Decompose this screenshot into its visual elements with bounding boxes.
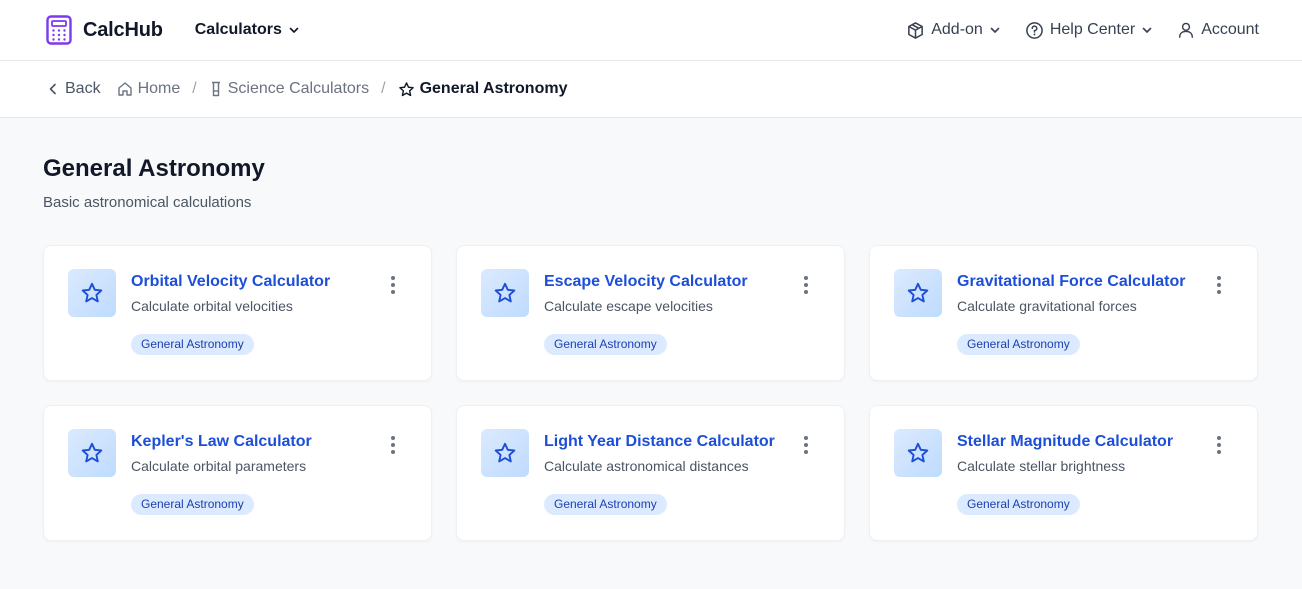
card-description: Calculate escape velocities — [544, 298, 713, 314]
star-icon — [907, 282, 929, 303]
card-icon-box — [894, 269, 942, 317]
card-icon-box — [481, 269, 529, 317]
more-options-icon[interactable] — [1215, 436, 1223, 454]
main-content: General Astronomy Basic astronomical cal… — [0, 118, 1302, 541]
page-subtitle: Basic astronomical calculations — [43, 194, 252, 211]
breadcrumb-separator: / — [192, 80, 197, 97]
calculator-grid: Orbital Velocity Calculator Calculate or… — [43, 245, 1259, 541]
home-icon — [117, 82, 132, 96]
breadcrumb-science[interactable]: Science Calculators — [209, 80, 369, 98]
star-icon — [494, 442, 516, 463]
card-title[interactable]: Light Year Distance Calculator — [544, 432, 820, 452]
calculator-logo-icon — [46, 15, 72, 45]
back-link[interactable]: Back — [46, 80, 101, 98]
category-tag: General Astronomy — [544, 334, 667, 355]
help-center-label: Help Center — [1049, 21, 1136, 38]
star-icon — [81, 442, 103, 463]
more-options-icon[interactable] — [802, 436, 810, 454]
top-navbar: CalcHub Calculators Add-on Help Center A… — [0, 0, 1302, 61]
star-icon — [81, 282, 103, 303]
calculator-card[interactable]: Light Year Distance Calculator Calculate… — [456, 405, 845, 541]
calculator-card[interactable]: Escape Velocity Calculator Calculate esc… — [456, 245, 845, 381]
brand[interactable]: CalcHub — [46, 15, 163, 45]
user-icon — [1179, 22, 1194, 38]
breadcrumb-home-label: Home — [137, 80, 181, 97]
card-description: Calculate orbital velocities — [131, 298, 293, 314]
account-label: Account — [1201, 21, 1259, 38]
calculator-card[interactable]: Kepler's Law Calculator Calculate orbita… — [43, 405, 432, 541]
card-description: Calculate gravitational forces — [957, 298, 1137, 314]
chevron-down-icon — [990, 27, 1000, 33]
page-title: General Astronomy — [43, 155, 265, 182]
package-icon — [908, 21, 924, 39]
card-description: Calculate orbital parameters — [131, 458, 307, 474]
category-tag: General Astronomy — [957, 494, 1080, 515]
chevron-down-icon — [289, 27, 299, 33]
card-title[interactable]: Kepler's Law Calculator — [131, 432, 407, 452]
card-title[interactable]: Stellar Magnitude Calculator — [957, 432, 1233, 452]
category-tag: General Astronomy — [957, 334, 1080, 355]
more-options-icon[interactable] — [389, 436, 397, 454]
chevron-down-icon — [1142, 27, 1152, 33]
breadcrumb-current: General Astronomy — [398, 80, 568, 98]
calculators-menu[interactable]: Calculators — [195, 21, 300, 39]
card-title[interactable]: Orbital Velocity Calculator — [131, 272, 407, 292]
category-tag: General Astronomy — [131, 494, 254, 515]
category-tag: General Astronomy — [544, 494, 667, 515]
breadcrumb-home[interactable]: Home — [117, 80, 181, 98]
more-options-icon[interactable] — [802, 276, 810, 294]
breadcrumb: Back Home / Science Calculators / Genera… — [0, 61, 1302, 118]
star-icon — [494, 282, 516, 303]
card-icon-box — [894, 429, 942, 477]
card-description: Calculate astronomical distances — [544, 458, 749, 474]
back-label: Back — [65, 80, 101, 97]
more-options-icon[interactable] — [389, 276, 397, 294]
card-icon-box — [481, 429, 529, 477]
breadcrumb-separator: / — [381, 80, 386, 97]
star-icon — [398, 81, 414, 96]
account-menu[interactable]: Account — [1177, 21, 1259, 39]
calculators-menu-label: Calculators — [194, 21, 282, 38]
card-title[interactable]: Escape Velocity Calculator — [544, 272, 820, 292]
help-center-menu[interactable]: Help Center — [1025, 21, 1153, 40]
card-icon-box — [68, 429, 116, 477]
header-right-nav: Add-on Help Center Account — [906, 21, 1259, 40]
calculator-card[interactable]: Orbital Velocity Calculator Calculate or… — [43, 245, 432, 381]
card-description: Calculate stellar brightness — [957, 458, 1126, 474]
addon-menu[interactable]: Add-on — [906, 21, 1001, 40]
card-icon-box — [68, 269, 116, 317]
calculator-card[interactable]: Stellar Magnitude Calculator Calculate s… — [869, 405, 1258, 541]
card-title[interactable]: Gravitational Force Calculator — [957, 272, 1233, 292]
breadcrumb-science-label: Science Calculators — [227, 80, 370, 97]
help-circle-icon — [1025, 21, 1043, 39]
star-icon — [907, 442, 929, 463]
addon-menu-label: Add-on — [931, 21, 983, 38]
chevron-left-icon — [49, 83, 56, 95]
category-tag: General Astronomy — [131, 334, 254, 355]
beaker-icon — [211, 81, 220, 97]
more-options-icon[interactable] — [1215, 276, 1223, 294]
breadcrumb-current-label: General Astronomy — [419, 80, 568, 97]
calculator-card[interactable]: Gravitational Force Calculator Calculate… — [869, 245, 1258, 381]
brand-name: CalcHub — [83, 18, 163, 41]
